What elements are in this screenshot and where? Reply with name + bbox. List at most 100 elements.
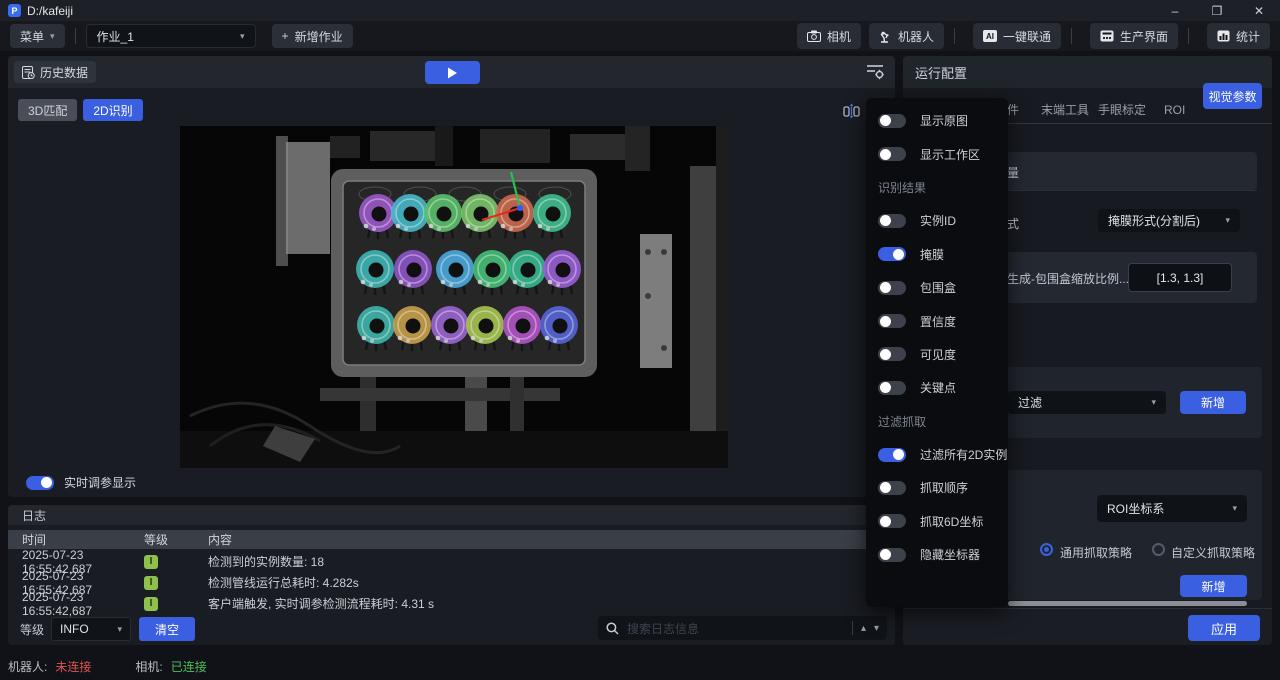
mount-plate (640, 234, 672, 368)
tab-2d-recognition[interactable]: 2D识别 (83, 99, 143, 121)
bbox-scale-input[interactable]: [1.3, 1.3] (1128, 263, 1232, 292)
roi-coord-select[interactable]: ROI坐标系 ▾ (1097, 495, 1247, 522)
tab-3d-match[interactable]: 3D匹配 (18, 99, 78, 121)
bbox-scale-card: 生成-包围盒缩放比例... [1.3, 1.3] (993, 252, 1257, 303)
robot-status-value: 未连接 (55, 659, 92, 674)
radio-general-strategy[interactable] (1040, 543, 1053, 556)
history-icon (22, 65, 35, 79)
radio-general-label: 通用抓取策略 (1060, 546, 1133, 560)
level-filter-select[interactable]: INFO ▾ (51, 617, 132, 641)
run-button[interactable] (425, 61, 480, 84)
display-menu-item-label: 可见度 (920, 347, 957, 362)
filter-select[interactable]: 过滤 ▾ (1008, 391, 1166, 414)
viewer-panel: 历史数据 3D匹配 2D识别 实时调参显示 (8, 56, 895, 497)
toggle-switch[interactable] (878, 113, 906, 128)
toggle-switch[interactable] (878, 547, 906, 562)
toggle-switch[interactable] (878, 347, 906, 362)
info-level-badge: I (144, 575, 158, 590)
job-select[interactable]: 作业_1 ▾ (85, 24, 256, 48)
display-menu-item: 隐藏坐标器 (866, 538, 1008, 571)
log-search-placeholder: 搜索日志信息 (627, 621, 700, 636)
config-tab-roi[interactable]: ROI (1164, 103, 1185, 117)
display-menu-item: 抓取6D坐标 (866, 505, 1008, 538)
log-level: I (144, 596, 208, 611)
camera-status-value: 已连接 (170, 659, 207, 674)
info-level-badge: I (144, 554, 158, 569)
fit-view-button[interactable] (843, 103, 860, 119)
realtime-tuning-toggle[interactable] (26, 475, 54, 490)
horizontal-scrollbar[interactable] (1008, 601, 1247, 606)
apply-button[interactable]: 应用 (1188, 615, 1260, 641)
chevron-down-icon: ▾ (117, 623, 123, 634)
robot-icon (880, 31, 889, 43)
log-search-box[interactable]: 搜索日志信息 ▴ ▾ (598, 616, 887, 640)
camera-status-label: 相机: (135, 659, 163, 674)
log-rows: 2025-07-23 16:55:42,687 I 检测到的实例数量: 18 2025… (8, 548, 895, 618)
camera-image[interactable] (180, 126, 728, 468)
menu-dropdown[interactable]: 菜单 ▾ (10, 24, 65, 48)
one-key-connect-label: 一键联通 (1002, 29, 1051, 44)
toggle-switch[interactable] (878, 447, 906, 462)
toggle-switch[interactable] (878, 213, 906, 228)
filter-settings-icon (867, 65, 884, 80)
side-panel (286, 142, 330, 254)
one-key-connect-button[interactable]: AI 一键联通 (972, 23, 1061, 49)
level-filter-value: INFO (60, 622, 89, 636)
titlebar: P D:/kafeiji – ❐ ✕ (0, 0, 1280, 21)
app-logo-icon: P (8, 4, 21, 17)
log-time: 2025-07-23 16:55:42,687 (22, 589, 93, 618)
grab-add-button[interactable]: 新增 (1180, 575, 1247, 597)
robot-button-label: 机器人 (897, 29, 934, 44)
radio-custom-strategy[interactable] (1152, 543, 1165, 556)
chevron-down-icon: ▾ (1232, 503, 1237, 513)
roi-coord-value: ROI坐标系 (1107, 502, 1165, 516)
log-controls: 等级 INFO ▾ 清空 搜索日志信息 ▴ ▾ (8, 616, 895, 642)
realtime-tuning-label: 实时调参显示 (64, 476, 137, 490)
config-tab-end-tool[interactable]: 末端工具 (1041, 101, 1089, 118)
display-menu-item: 可见度 (866, 338, 1008, 371)
filter-add-button[interactable]: 新增 (1180, 391, 1246, 414)
realtime-tuning-toggle-row: 实时调参显示 (26, 474, 136, 491)
camera-button-label: 相机 (826, 29, 851, 44)
toggle-switch[interactable] (878, 514, 906, 529)
search-next-button[interactable]: ▾ (874, 623, 879, 634)
radio-custom-label: 自定义抓取策略 (1171, 546, 1256, 560)
display-menu-section-header: 过滤抓取 (878, 414, 927, 429)
toggle-switch[interactable] (878, 314, 906, 329)
chevron-down-icon: ▾ (1151, 397, 1156, 407)
log-level: I (144, 575, 208, 590)
production-ui-button[interactable]: 生产界面 (1089, 23, 1178, 49)
toggle-switch[interactable] (878, 380, 906, 395)
statistics-button[interactable]: 统计 (1206, 23, 1270, 49)
display-menu-item-label: 显示原图 (920, 114, 969, 129)
log-title: 日志 (8, 505, 895, 525)
robot-button[interactable]: 机器人 (868, 23, 944, 49)
display-menu-item-label: 抓取6D坐标 (920, 514, 984, 529)
display-menu-item-label: 置信度 (920, 314, 957, 329)
log-row[interactable]: 2025-07-23 16:55:42,687 I 客户端触发, 实时调参检测流程耗… (8, 590, 895, 618)
config-tab-partial[interactable]: 件 (1007, 101, 1019, 118)
toggle-switch[interactable] (878, 247, 906, 262)
toggle-switch[interactable] (878, 480, 906, 495)
maximize-button[interactable]: ❐ (1196, 0, 1238, 21)
display-options-button[interactable] (865, 63, 885, 80)
window-title: D:/kafeiji (27, 3, 74, 18)
display-menu-item: 过滤所有2D实例 (866, 438, 1008, 471)
add-job-button[interactable]: + 新增作业 (271, 24, 353, 48)
toggle-switch[interactable] (878, 147, 906, 162)
divider (993, 190, 1257, 191)
close-button[interactable]: ✕ (1238, 0, 1280, 21)
config-tab-hand-eye[interactable]: 手眼标定 (1098, 101, 1146, 118)
display-menu-item-label: 显示工作区 (920, 147, 981, 162)
search-prev-button[interactable]: ▴ (861, 623, 866, 634)
menu-label: 菜单 (20, 29, 45, 44)
minimize-button[interactable]: – (1154, 0, 1196, 21)
toggle-switch[interactable] (878, 280, 906, 295)
config-tab-vision-params[interactable]: 视觉参数 (1203, 83, 1262, 109)
clear-log-button[interactable]: 清空 (139, 617, 196, 641)
production-ui-label: 生产界面 (1119, 29, 1168, 44)
mask-mode-select[interactable]: 掩膜形式(分割后) ▾ (1098, 209, 1240, 232)
log-table-header: 时间 等级 内容 (8, 530, 895, 549)
history-data-button[interactable]: 历史数据 (14, 61, 97, 83)
camera-button[interactable]: 相机 (796, 23, 861, 49)
